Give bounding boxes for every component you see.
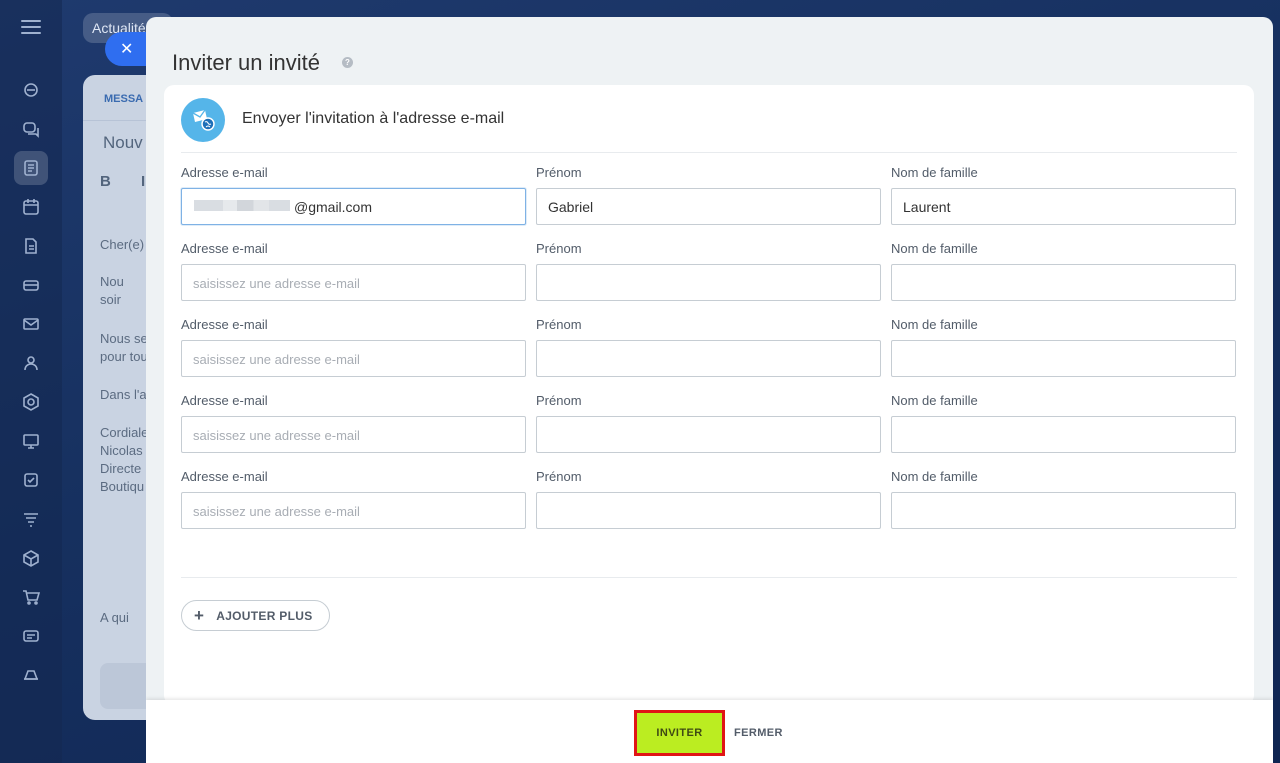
email-field-group: Adresse e-mail: [181, 469, 526, 545]
sidebar-drive-icon[interactable]: [14, 268, 48, 302]
last-name-label: Nom de famille: [891, 393, 978, 408]
email-label: Adresse e-mail: [181, 393, 268, 408]
invite-row: Adresse e-mail Prénom Nom de famille: [181, 393, 1237, 469]
first-name-input[interactable]: [536, 492, 881, 529]
first-name-field-group: Prénom: [536, 393, 881, 469]
invite-row: Adresse e-mail Prénom Nom de famille: [181, 317, 1237, 393]
first-name-field-group: Prénom: [536, 469, 881, 545]
first-name-label: Prénom: [536, 165, 582, 180]
background-line: Directe: [100, 461, 142, 476]
last-name-field-group: Nom de famille: [891, 241, 1236, 317]
sidebar-tasks-icon[interactable]: [14, 463, 48, 497]
app-sidebar: [0, 0, 62, 763]
first-name-label: Prénom: [536, 393, 582, 408]
last-name-input[interactable]: [891, 340, 1236, 377]
background-line: Dans l'a: [100, 387, 147, 402]
first-name-field-group: Prénom: [536, 165, 881, 241]
close-icon: ✕: [120, 41, 134, 58]
email-input[interactable]: [181, 340, 526, 377]
background-line: A qui: [100, 610, 129, 625]
divider: [181, 577, 1237, 578]
add-more-label: AJOUTER PLUS: [216, 608, 313, 623]
background-line: Nicolas: [100, 443, 143, 458]
last-name-field-group: Nom de famille: [891, 393, 1236, 469]
first-name-label: Prénom: [536, 469, 582, 484]
sidebar-feed-icon[interactable]: [14, 73, 48, 107]
close-button[interactable]: FERMER: [734, 710, 783, 756]
first-name-field-group: Prénom: [536, 241, 881, 317]
background-line: Cordiale: [100, 425, 149, 440]
first-name-input[interactable]: [536, 416, 881, 453]
close-slider-button[interactable]: ✕: [105, 32, 149, 66]
last-name-label: Nom de famille: [891, 317, 978, 332]
sidebar-marketing-icon[interactable]: [14, 502, 48, 536]
menu-icon[interactable]: [21, 20, 41, 34]
invite-guest-modal: Inviter un invité ? Envoyer l'invitation…: [146, 17, 1273, 763]
first-name-input[interactable]: [536, 340, 881, 377]
invite-button[interactable]: INVITER: [634, 710, 725, 756]
sidebar-mail-icon[interactable]: [14, 307, 48, 341]
last-name-label: Nom de famille: [891, 165, 978, 180]
email-input[interactable]: [181, 492, 526, 529]
sidebar-crm-icon[interactable]: [14, 385, 48, 419]
email-invite-icon: [181, 97, 225, 142]
first-name-label: Prénom: [536, 241, 582, 256]
sidebar-newsfeed-icon[interactable]: [14, 151, 48, 185]
background-line: Nou: [100, 274, 124, 289]
redacted-email-part: [194, 200, 290, 211]
card-header: Envoyer l'invitation à l'adresse e-mail: [181, 85, 1237, 153]
email-input[interactable]: [181, 416, 526, 453]
email-input-wrapper: [181, 188, 526, 225]
email-field-group: Adresse e-mail: [181, 165, 526, 241]
last-name-input[interactable]: [891, 264, 1236, 301]
last-name-input[interactable]: [891, 492, 1236, 529]
modal-header: Inviter un invité ?: [146, 17, 1273, 84]
email-label: Adresse e-mail: [181, 317, 268, 332]
email-label: Adresse e-mail: [181, 241, 268, 256]
help-icon[interactable]: ?: [341, 57, 353, 68]
last-name-field-group: Nom de famille: [891, 469, 1236, 545]
email-label: Adresse e-mail: [181, 469, 268, 484]
sidebar-chat-icon[interactable]: [14, 112, 48, 146]
modal-footer: INVITER FERMER: [146, 700, 1273, 763]
invite-row: Adresse e-mail Prénom Nom de famille: [181, 241, 1237, 317]
last-name-field-group: Nom de famille: [891, 317, 1236, 393]
background-line: Boutiqu: [100, 479, 145, 494]
invite-rows: Adresse e-mail Prénom Nom de famille: [181, 165, 1237, 545]
email-label: Adresse e-mail: [181, 165, 268, 180]
last-name-input[interactable]: [891, 188, 1236, 225]
sidebar-contact-center-icon[interactable]: [14, 619, 48, 653]
email-input[interactable]: [181, 264, 526, 301]
invite-row: Adresse e-mail Prénom Nom de famille: [181, 165, 1237, 241]
invite-card: Envoyer l'invitation à l'adresse e-mail …: [164, 85, 1254, 705]
sidebar-documents-icon[interactable]: [14, 229, 48, 263]
background-line: pour tou: [100, 349, 148, 364]
first-name-input[interactable]: [536, 188, 881, 225]
background-line: soir: [100, 292, 121, 307]
sidebar-groups-icon[interactable]: [14, 346, 48, 380]
email-field-group: Adresse e-mail: [181, 241, 526, 317]
invite-row: Adresse e-mail Prénom Nom de famille: [181, 469, 1237, 545]
add-more-button[interactable]: + AJOUTER PLUS: [181, 600, 330, 631]
last-name-label: Nom de famille: [891, 241, 978, 256]
sidebar-inventory-icon[interactable]: [14, 541, 48, 575]
background-line: Nous se: [100, 331, 148, 346]
sidebar-shop-icon[interactable]: [14, 580, 48, 614]
sidebar-sites-icon[interactable]: [14, 424, 48, 458]
last-name-input[interactable]: [891, 416, 1236, 453]
last-name-label: Nom de famille: [891, 469, 978, 484]
first-name-field-group: Prénom: [536, 317, 881, 393]
email-field-group: Adresse e-mail: [181, 393, 526, 469]
background-line: Cher(e): [100, 237, 145, 252]
sidebar-calendar-icon[interactable]: [14, 190, 48, 224]
modal-title: Inviter un invité: [172, 49, 320, 75]
section-title: Envoyer l'invitation à l'adresse e-mail: [242, 109, 505, 127]
email-field-group: Adresse e-mail: [181, 317, 526, 393]
first-name-label: Prénom: [536, 317, 582, 332]
sidebar-automation-icon[interactable]: [14, 658, 48, 692]
first-name-input[interactable]: [536, 264, 881, 301]
last-name-field-group: Nom de famille: [891, 165, 1236, 241]
plus-icon: +: [194, 606, 205, 625]
